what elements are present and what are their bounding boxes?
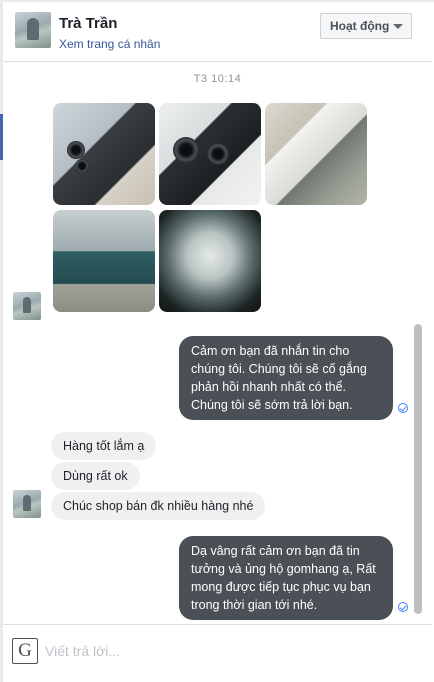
lens-shape [75, 159, 89, 173]
outgoing-message-bubble[interactable]: Cảm ơn bạn đã nhắn tin cho chúng tôi. Ch… [179, 336, 393, 420]
message-timestamp: T3 10:14 [193, 73, 242, 85]
incoming-message-bubble[interactable]: Chúc shop bán đk nhiều hàng nhé [51, 492, 266, 520]
outgoing-message-bubble[interactable]: Dạ vâng rất cảm ơn bạn đã tin tưởng và ủ… [179, 536, 393, 620]
status-dropdown-button[interactable]: Hoạt động [320, 13, 412, 39]
incoming-message-bubble[interactable]: Hàng tốt lắm ạ [51, 432, 157, 460]
chevron-down-icon [393, 24, 403, 29]
photo-attachment-green-door[interactable] [53, 210, 155, 312]
seen-check-icon [398, 602, 408, 612]
lens-shape [207, 143, 229, 165]
contact-avatar-small[interactable] [13, 292, 41, 320]
message-thread[interactable]: T3 10:14 Cảm ơn bạn đã nhắn tin cho chún… [3, 62, 432, 624]
photo-attachment-fisheye-alley[interactable] [159, 210, 261, 312]
lens-shape [173, 137, 199, 163]
reply-input[interactable] [45, 639, 405, 663]
contact-avatar-small[interactable] [13, 490, 41, 518]
view-profile-link[interactable]: Xem trang cá nhân [59, 37, 160, 51]
contact-avatar[interactable] [15, 12, 51, 48]
incoming-message-bubble[interactable]: Dùng rất ok [51, 462, 140, 490]
grammarly-g-icon[interactable]: G [12, 638, 38, 664]
seen-check-icon [398, 403, 408, 413]
status-label: Hoạt động [330, 19, 390, 33]
photo-attachment-lens-kit[interactable] [159, 103, 261, 205]
thread-scrollbar[interactable] [414, 324, 422, 614]
lens-shape [67, 141, 85, 159]
photo-attachment-phone-lenses[interactable] [53, 103, 155, 205]
contact-name[interactable]: Trà Trần [59, 15, 117, 32]
reply-composer: G [3, 624, 432, 682]
photo-attachment-scooter[interactable] [265, 103, 367, 205]
chat-header: Trà Trần Xem trang cá nhân Hoạt động [3, 2, 432, 62]
